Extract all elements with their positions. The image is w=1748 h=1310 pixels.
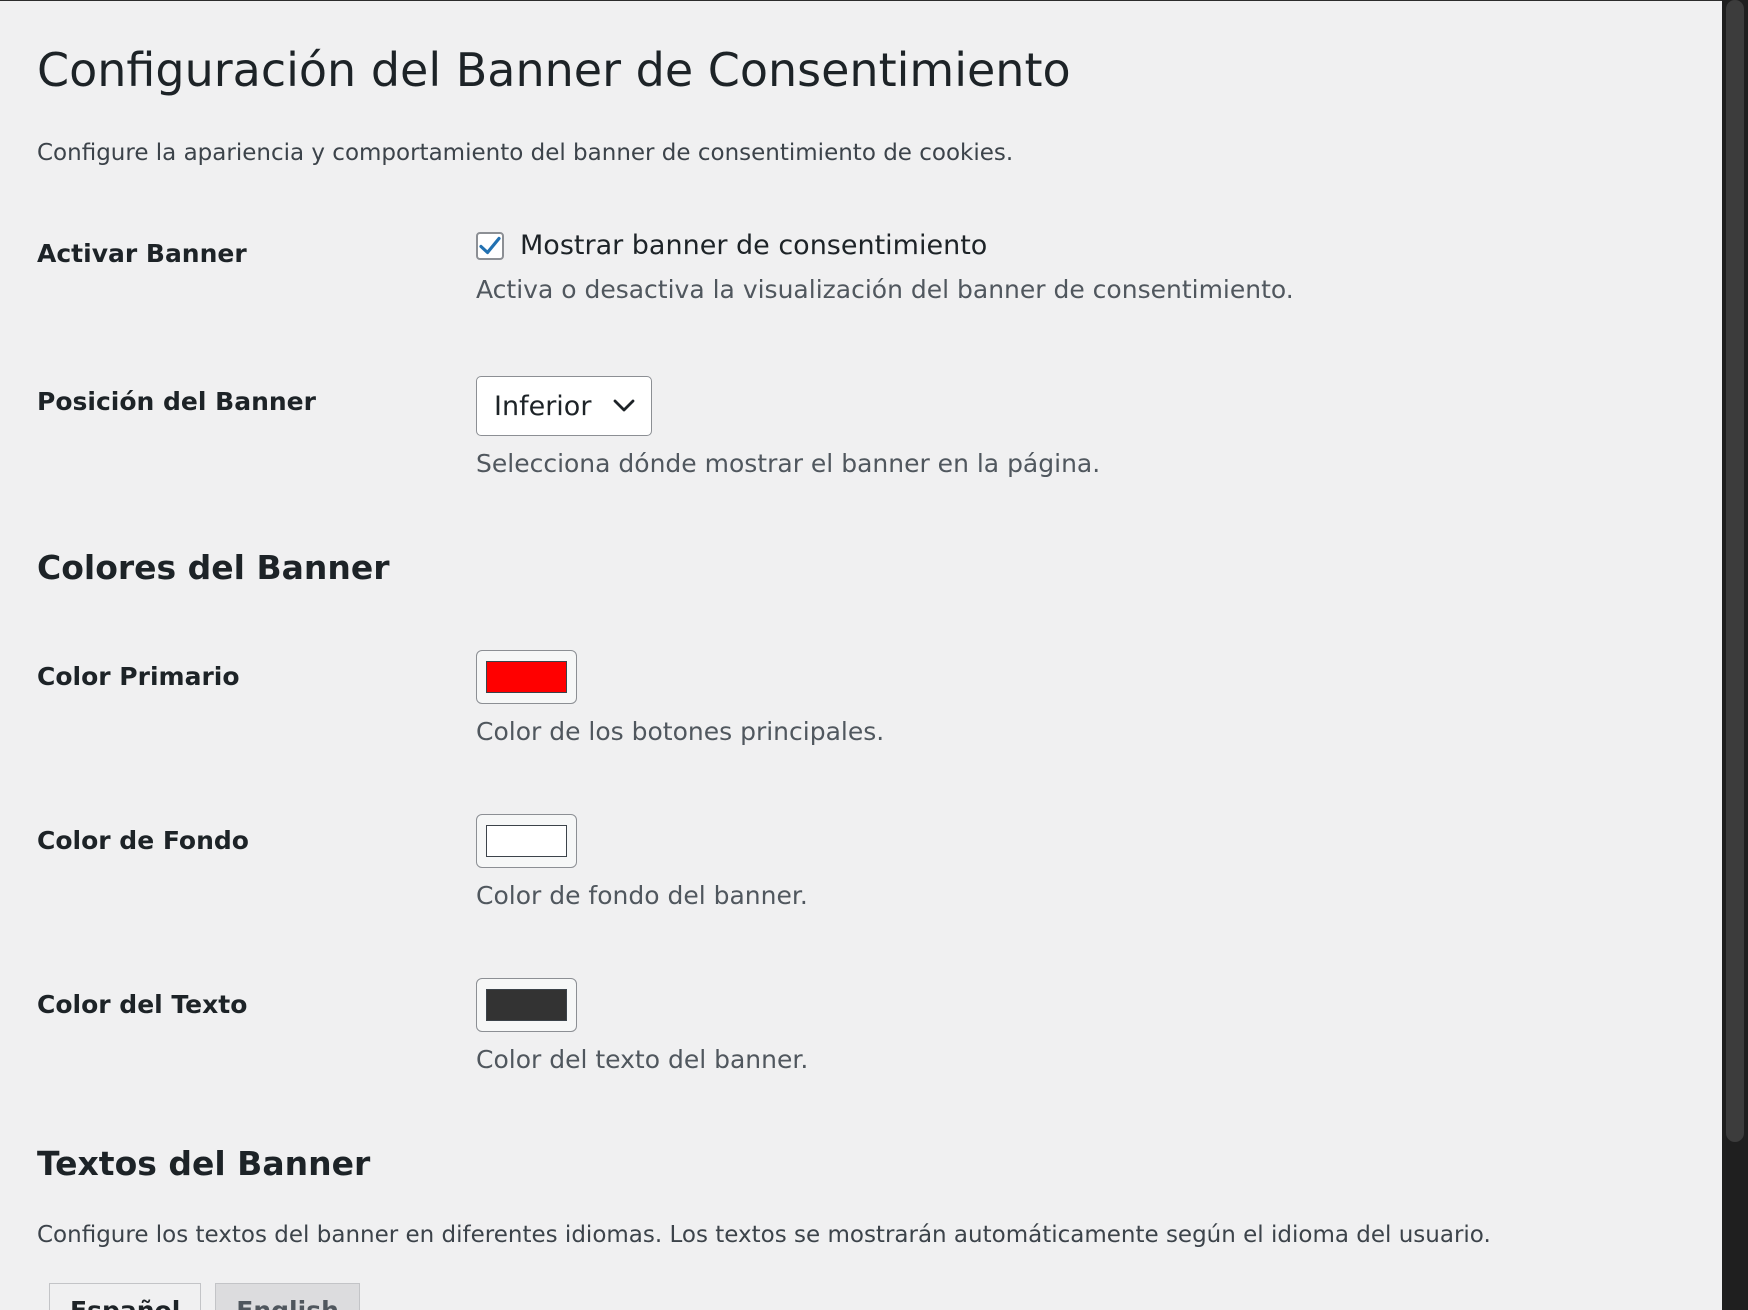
texts-section-heading: Textos del Banner	[37, 1144, 371, 1183]
enable-banner-checkbox-label[interactable]: Mostrar banner de consentimiento	[520, 229, 987, 263]
primary-color-field: Color de los botones principales.	[476, 650, 884, 748]
primary-color-label: Color Primario	[37, 662, 240, 691]
background-color-picker[interactable]	[476, 814, 577, 868]
scrollbar-thumb[interactable]	[1726, 0, 1744, 1142]
window-top-border	[0, 0, 1722, 1]
text-color-field: Color del texto del banner.	[476, 978, 808, 1076]
banner-position-field: Inferior Selecciona dónde mostrar el ban…	[476, 376, 1100, 480]
page-intro: Configure la apariencia y comportamiento…	[37, 140, 1014, 166]
background-color-field: Color de fondo del banner.	[476, 814, 808, 912]
page-title: Configuración del Banner de Consentimien…	[37, 43, 1071, 97]
checkmark-icon	[479, 236, 501, 255]
tab-english[interactable]: English	[215, 1283, 360, 1310]
primary-color-description: Color de los botones principales.	[476, 717, 885, 746]
banner-position-selected: Inferior	[494, 390, 592, 422]
chevron-down-icon	[613, 399, 635, 412]
background-color-label: Color de Fondo	[37, 826, 249, 855]
texts-section-description: Configure los textos del banner en difer…	[37, 1222, 1491, 1248]
background-color-swatch	[486, 825, 567, 857]
enable-banner-checkbox-row[interactable]: Mostrar banner de consentimiento	[476, 228, 1294, 264]
settings-page: Configuración del Banner de Consentimien…	[0, 0, 1748, 1310]
banner-position-description: Selecciona dónde mostrar el banner en la…	[476, 449, 1101, 478]
primary-color-picker[interactable]	[476, 650, 577, 704]
primary-color-swatch	[486, 661, 567, 693]
vertical-scrollbar[interactable]	[1722, 0, 1748, 1310]
enable-banner-description: Activa o desactiva la visualización del …	[476, 275, 1294, 304]
enable-banner-checkbox[interactable]	[476, 232, 504, 260]
colors-section-heading: Colores del Banner	[37, 548, 390, 587]
enable-banner-label: Activar Banner	[37, 239, 247, 268]
banner-position-select[interactable]: Inferior	[476, 376, 652, 436]
text-color-label: Color del Texto	[37, 990, 248, 1019]
text-color-description: Color del texto del banner.	[476, 1045, 809, 1074]
text-color-swatch	[486, 989, 567, 1021]
tab-espanol[interactable]: Español	[49, 1283, 202, 1310]
enable-banner-field: Mostrar banner de consentimiento Activa …	[476, 228, 1294, 306]
language-tabs: Español English	[49, 1283, 374, 1310]
banner-position-label: Posición del Banner	[37, 387, 316, 416]
text-color-picker[interactable]	[476, 978, 577, 1032]
background-color-description: Color de fondo del banner.	[476, 881, 808, 910]
